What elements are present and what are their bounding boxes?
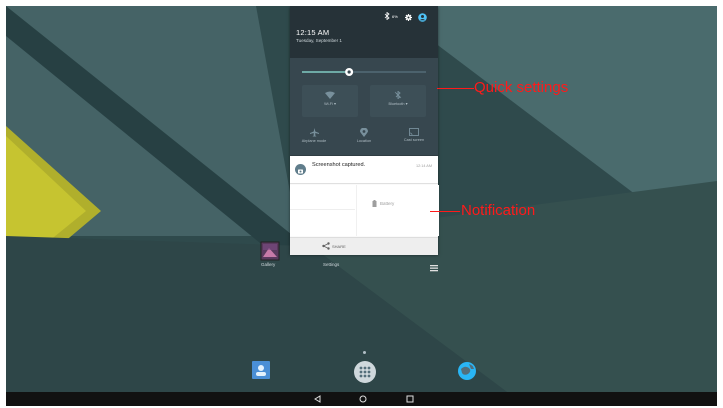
app-drawer-icon — [359, 366, 371, 378]
tablet-screen: Gallery Settings 12:15 AM Tuesday, Septe… — [6, 6, 717, 406]
tile-airplane-label: Airplane mode — [301, 139, 327, 143]
share-label: SHARE — [332, 244, 346, 249]
gallery-icon — [260, 241, 280, 261]
quick-settings-callout: Quick settings — [474, 79, 569, 96]
battery-percent: 6% — [392, 14, 398, 19]
notification-header[interactable]: Screenshot captured. 12:14 AM — [290, 156, 438, 184]
battery-icon — [372, 200, 377, 207]
notification-app-icon — [295, 164, 306, 175]
browser-icon — [458, 362, 476, 380]
contacts-icon — [256, 365, 266, 376]
tile-location[interactable]: Location — [340, 128, 388, 143]
screenshot-preview[interactable]: Battery — [290, 185, 439, 236]
brightness-thumb[interactable] — [345, 68, 354, 76]
airplane-icon — [309, 128, 319, 137]
tile-cast[interactable]: Cast screen — [390, 128, 438, 142]
notification-callout: Notification — [461, 202, 536, 219]
location-icon — [360, 128, 368, 137]
wifi-icon — [325, 91, 335, 99]
cast-icon — [409, 128, 419, 136]
notification-callout-line — [430, 211, 460, 212]
quick-settings-callout-line — [437, 88, 474, 89]
preview-battery-label: Battery — [380, 201, 395, 206]
dock-contacts[interactable] — [252, 361, 270, 379]
tile-cast-label: Cast screen — [403, 138, 425, 142]
tile-location-label: Location — [356, 139, 372, 143]
screenshot-notification[interactable]: Screenshot captured. 12:14 AM Battery SH… — [290, 156, 439, 255]
tile-wifi[interactable]: Wi-Fi ▾ — [302, 91, 358, 106]
quick-settings-panel: Wi-Fi ▾ Bluetooth ▾ Airplane mode Locati… — [290, 58, 438, 155]
share-icon — [322, 242, 330, 250]
widget-icon[interactable] — [430, 264, 438, 272]
settings-label: Settings — [323, 262, 340, 267]
gear-icon[interactable] — [405, 14, 412, 21]
dock-browser[interactable] — [457, 361, 477, 381]
home-button[interactable] — [359, 395, 367, 403]
shade-date: Tuesday, September 1 — [296, 38, 342, 43]
tile-wifi-label: Wi-Fi ▾ — [324, 102, 336, 106]
navigation-bar — [6, 392, 717, 406]
recents-button[interactable] — [406, 395, 414, 403]
bluetooth-icon — [394, 91, 402, 99]
back-button[interactable] — [314, 395, 321, 403]
screenshot-icon — [298, 169, 303, 174]
tile-bluetooth-label: Bluetooth ▾ — [388, 102, 408, 106]
notification-time: 12:14 AM — [415, 164, 432, 168]
page-indicator — [363, 351, 366, 354]
notification-shade[interactable]: 12:15 AM Tuesday, September 1 6% Wi-Fi ▾… — [290, 6, 439, 255]
shade-time: 12:15 AM — [296, 28, 330, 37]
gallery-app[interactable]: Gallery — [259, 240, 281, 268]
account-icon[interactable] — [418, 13, 427, 22]
tile-bluetooth[interactable]: Bluetooth ▾ — [370, 91, 426, 106]
dock-app-drawer[interactable] — [354, 361, 376, 383]
nav-buttons — [314, 395, 414, 403]
share-action[interactable]: SHARE — [290, 237, 438, 255]
tile-airplane[interactable]: Airplane mode — [290, 128, 338, 143]
notification-title: Screenshot captured. — [312, 162, 366, 168]
shade-header: 12:15 AM Tuesday, September 1 6% — [290, 6, 438, 58]
brightness-slider[interactable] — [302, 66, 426, 78]
bluetooth-icon — [384, 12, 390, 20]
gallery-label: Gallery — [261, 262, 276, 267]
